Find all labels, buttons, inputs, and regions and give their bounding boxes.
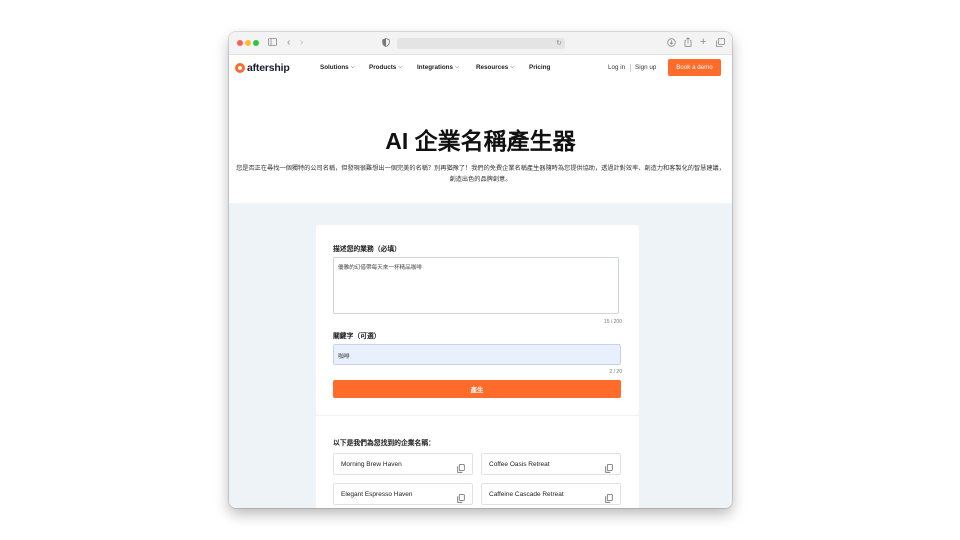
result-name: Caffeine Cascade Retreat [489,491,564,498]
logo-mark-icon [235,63,245,73]
download-icon[interactable] [667,38,676,49]
nav-products[interactable]: Products ⌵ [369,64,402,71]
share-icon[interactable] [684,37,692,49]
nav-integrations-label: Integrations [417,64,454,71]
results-panel: 以下是我們為您找到的企業名稱： Morning Brew Haven Coffe… [316,416,639,508]
chevron-down-icon: ⌵ [398,64,403,70]
result-card: Elegant Espresso Haven [333,483,473,505]
business-description-textarea[interactable]: 優雅的幻借帶每天來一杯精品咖啡 [333,257,619,314]
shield-icon[interactable] [382,38,390,49]
page-title: AI 企業名稱產生器 [385,128,576,154]
chevron-down-icon: ⌵ [350,64,355,70]
book-demo-button[interactable]: Book a demo [668,59,721,76]
nav-solutions[interactable]: Solutions ⌵ [320,64,355,71]
result-name: Coffee Oasis Retreat [489,461,550,468]
sidebar-icon[interactable] [268,38,277,48]
nav-resources-label: Resources [476,64,509,71]
result-card: Caffeine Cascade Retreat [481,483,621,505]
address-bar[interactable] [397,38,565,49]
browser-window: ‹ › ↻ + aftership Solutions⌵ Products⌵ [229,32,732,508]
tabs-icon[interactable] [716,38,725,49]
generate-button[interactable]: 產生 [333,380,621,398]
reload-icon[interactable]: ↻ [556,39,562,49]
chevron-down-icon: ⌵ [510,64,515,70]
result-name: Elegant Espresso Haven [341,491,413,498]
keywords-counter: 2 / 20 [609,369,622,375]
new-tab-icon[interactable]: + [700,37,706,48]
generator-section: 描述您的業務（必填） 優雅的幻借帶每天來一杯精品咖啡 15 / 200 關鍵字（… [229,203,732,508]
result-card: Coffee Oasis Retreat [481,453,621,475]
minimize-window-button[interactable] [245,40,251,46]
business-description-counter: 15 / 200 [603,319,622,325]
copy-icon[interactable] [605,490,613,503]
copy-icon[interactable] [457,460,465,473]
forward-icon[interactable]: › [300,38,303,48]
signup-link[interactable]: Sign up [635,64,656,71]
results-heading: 以下是我們為您找到的企業名稱： [333,440,435,447]
result-card: Morning Brew Haven [333,453,473,475]
result-name: Morning Brew Haven [341,461,402,468]
nav-divider [630,64,631,72]
copy-icon[interactable] [605,460,613,473]
page-description: 您是否正在尋找一個獨特的公司名稱，但發現很難想出一個完美的名稱？別再猶豫了！我們… [236,165,725,183]
copy-icon[interactable] [457,490,465,503]
keywords-label: 關鍵字（可選） [333,333,381,340]
nav-resources[interactable]: Resources ⌵ [476,64,514,71]
site-nav: aftership Solutions ⌵ Products ⌵ Integrati… [229,55,732,81]
chevron-down-icon: ⌵ [455,64,460,70]
aftership-logo[interactable]: aftership [235,61,290,75]
nav-pricing[interactable]: Pricing [529,64,550,71]
nav-solutions-label: Solutions [320,64,349,71]
close-window-button[interactable] [237,40,243,46]
business-description-label: 描述您的業務（必填） [333,246,401,253]
login-link[interactable]: Log in [608,64,625,71]
keywords-input[interactable]: 咖啡 [333,344,621,365]
nav-pricing-label: Pricing [529,64,551,71]
logo-text: aftership [247,62,290,74]
nav-integrations[interactable]: Integrations ⌵ [417,64,459,71]
maximize-window-button[interactable] [253,40,259,46]
generator-form: 描述您的業務（必填） 優雅的幻借帶每天來一杯精品咖啡 15 / 200 關鍵字（… [316,225,639,415]
back-icon[interactable]: ‹ [287,38,290,48]
browser-toolbar: ‹ › ↻ + [229,32,732,55]
nav-products-label: Products [369,64,397,71]
